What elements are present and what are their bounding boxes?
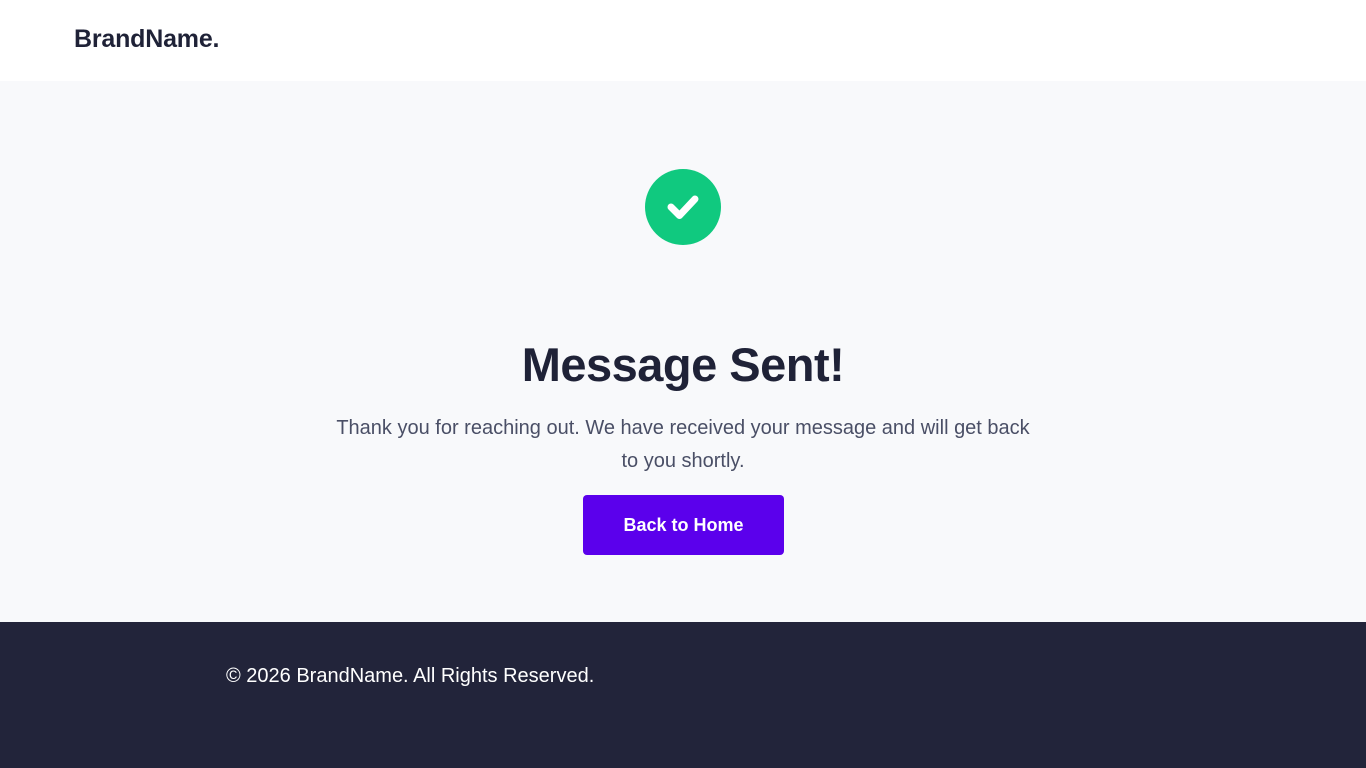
page-title: Message Sent! — [521, 338, 845, 392]
site-footer: © 2026 BrandName. All Rights Reserved. — [0, 622, 1366, 768]
confirmation-message: Thank you for reaching out. We have rece… — [336, 417, 1030, 472]
brand-logo[interactable]: BrandName. — [74, 23, 219, 55]
checkmark-icon — [667, 195, 699, 219]
main-content: Message Sent! Thank you for reaching out… — [0, 81, 1366, 622]
check-circle-icon — [645, 169, 721, 245]
site-header: BrandName. — [0, 0, 1366, 81]
copyright-text: © 2026 BrandName. All Rights Reserved. — [226, 665, 595, 687]
back-to-home-button[interactable]: Back to Home — [583, 495, 784, 555]
